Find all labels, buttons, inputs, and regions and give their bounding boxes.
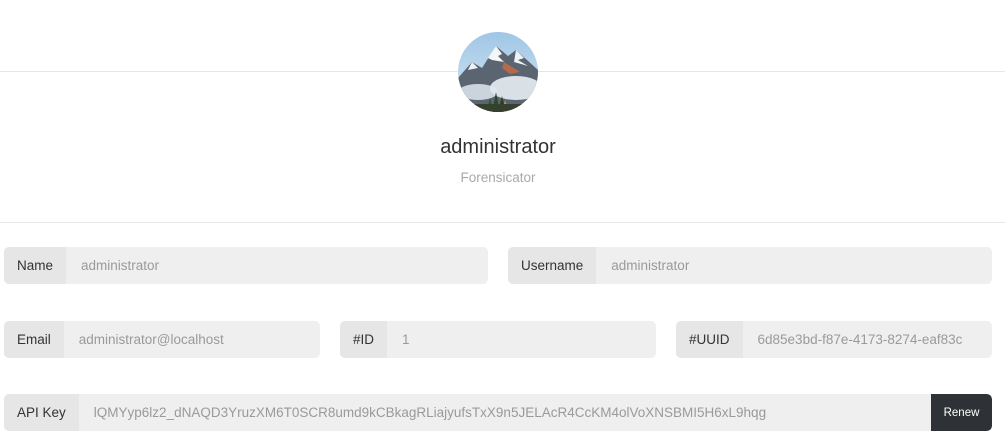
mountain-landscape-avatar-icon: [458, 32, 538, 112]
profile-role: Forensicator: [460, 170, 536, 185]
name-input[interactable]: [66, 247, 488, 284]
uuid-input[interactable]: [742, 321, 992, 358]
name-label: Name: [4, 247, 67, 284]
id-label: #ID: [340, 321, 388, 358]
uuid-label: #UUID: [676, 321, 743, 358]
id-field: #ID: [340, 321, 656, 358]
profile-name: administrator: [440, 136, 556, 158]
avatar[interactable]: [458, 32, 538, 112]
profile-page: administrator Forensicator Name Username…: [0, 0, 1005, 446]
api-key-input[interactable]: [78, 394, 931, 431]
uuid-field: #UUID: [676, 321, 992, 358]
api-key-label: API Key: [4, 394, 79, 431]
username-field: Username: [508, 247, 992, 284]
api-key-field: API Key Renew: [4, 394, 992, 431]
email-input[interactable]: [63, 321, 320, 358]
email-field: Email: [4, 321, 320, 358]
name-field: Name: [4, 247, 488, 284]
renew-button[interactable]: Renew: [931, 394, 992, 431]
username-input[interactable]: [596, 247, 992, 284]
section-divider: [0, 222, 1005, 223]
email-label: Email: [4, 321, 64, 358]
username-label: Username: [508, 247, 597, 284]
id-input[interactable]: [387, 321, 656, 358]
